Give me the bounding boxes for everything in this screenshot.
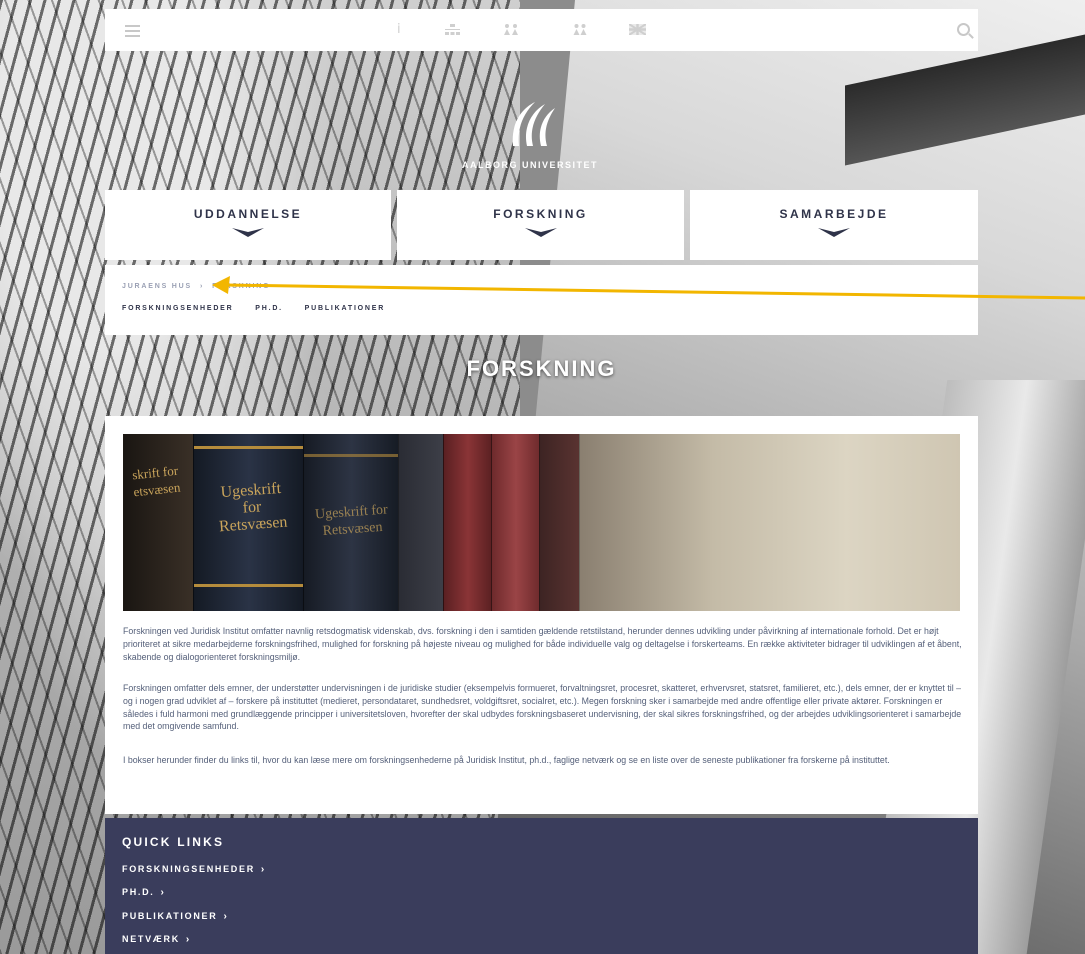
spine-title: skrift for etsvæsen — [131, 462, 182, 500]
quick-link-forskningsenheder[interactable]: FORSKNINGSENHEDER › — [122, 864, 266, 875]
subnav-phd[interactable]: PH.D. — [255, 305, 283, 312]
people-icon[interactable] — [503, 23, 519, 36]
book-spine — [491, 434, 540, 611]
breadcrumb-separator: › — [199, 283, 205, 290]
quick-link-phd[interactable]: PH.D. › — [122, 887, 166, 898]
group-icon[interactable] — [573, 23, 587, 36]
nav-label: SAMARBEJDE — [779, 207, 889, 221]
chevron-right-icon: › — [260, 864, 266, 875]
nav-forskning[interactable]: FORSKNING — [397, 190, 684, 260]
book-spine — [398, 434, 444, 611]
sitemap-icon[interactable] — [445, 24, 460, 36]
menu-icon[interactable] — [125, 25, 140, 37]
quick-link-label: PH.D. — [122, 887, 155, 897]
nav-label: FORSKNING — [493, 207, 588, 221]
book-spine — [443, 434, 492, 611]
quick-link-label: FORSKNINGSENHEDER — [122, 864, 255, 874]
breadcrumb: JURAENS HUS › FORSKNING — [122, 283, 270, 290]
info-icon[interactable]: i — [397, 22, 401, 37]
hero-image: skrift for etsvæsen Ugeskrift for Retsvæ… — [123, 434, 960, 611]
chevron-down-icon — [524, 228, 557, 237]
chevron-down-icon — [818, 228, 850, 237]
subnav-links: FORSKNINGSENHEDER PH.D. PUBLIKATIONER — [122, 305, 403, 312]
nav-label: UDDANNELSE — [193, 207, 303, 221]
book-spine: skrift for etsvæsen — [123, 434, 194, 611]
nav-samarbejde[interactable]: SAMARBEJDE — [690, 190, 978, 260]
intro-paragraph: Forskningen ved Juridisk Institut omfatt… — [123, 626, 962, 662]
book-spine: Ugeskrift for Retsvæsen — [193, 434, 304, 611]
subnav-forskningsenheder[interactable]: FORSKNINGSENHEDER — [122, 305, 234, 312]
quick-link-netvaerk[interactable]: NETVÆRK › — [122, 934, 191, 945]
quick-link-publikationer[interactable]: PUBLIKATIONER › — [122, 911, 228, 922]
spine-title: Ugeskrift for Retsvæsen — [314, 502, 389, 540]
book-spine: Ugeskrift for Retsvæsen — [303, 434, 399, 611]
quick-link-label: PUBLIKATIONER — [122, 911, 218, 921]
subnav-publikationer[interactable]: PUBLIKATIONER — [305, 305, 385, 312]
book-spine — [579, 434, 960, 611]
nav-uddannelse[interactable]: UDDANNELSE — [105, 190, 391, 260]
links-paragraph: I bokser herunder finder du links til, h… — [123, 755, 890, 765]
chevron-right-icon: › — [160, 887, 166, 898]
chevron-down-icon — [232, 228, 264, 237]
chevron-right-icon: › — [223, 911, 229, 922]
brand-name: AALBORG UNIVERSITET — [461, 160, 598, 170]
quick-links-panel: QUICK LINKS FORSKNINGSENHEDER › PH.D. › PU… — [105, 818, 978, 954]
body-paragraph: Forskningen omfatter dels emner, der und… — [123, 683, 962, 732]
breadcrumb-juraens-hus[interactable]: JURAENS HUS — [122, 283, 192, 290]
section-subnav: JURAENS HUS › FORSKNING FORSKNINGSENHEDER … — [105, 265, 978, 335]
top-bar: i — [105, 9, 978, 51]
spine-title: Ugeskrift for Retsvæsen — [218, 479, 288, 536]
book-spine — [539, 434, 580, 611]
content-card: skrift for etsvæsen Ugeskrift for Retsvæ… — [105, 416, 978, 814]
quick-link-label: NETVÆRK — [122, 934, 180, 944]
chevron-right-icon: › — [185, 934, 191, 945]
breadcrumb-forskning[interactable]: FORSKNING — [212, 283, 270, 290]
quick-links-title: QUICK LINKS — [122, 835, 225, 849]
page-title: FORSKNING — [466, 356, 617, 381]
uk-flag-icon[interactable] — [629, 24, 646, 35]
search-icon[interactable] — [957, 23, 970, 36]
aau-logo-icon[interactable] — [505, 100, 557, 148]
